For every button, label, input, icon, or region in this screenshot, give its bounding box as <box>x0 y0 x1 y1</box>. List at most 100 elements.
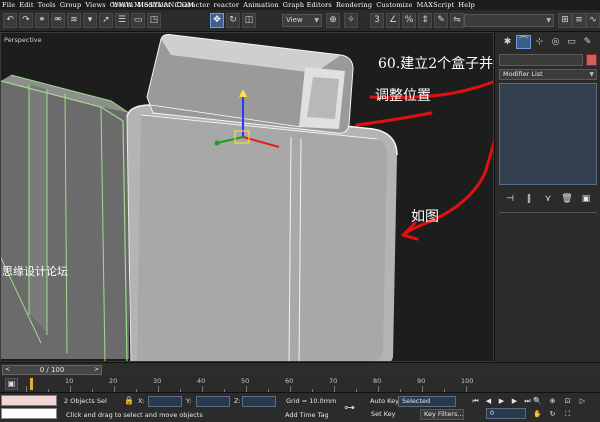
spinner-snap-icon[interactable]: ⇕ <box>418 13 432 28</box>
set-key-label[interactable]: Set Key <box>371 410 396 418</box>
utilities-tab-icon[interactable]: ✎ <box>581 36 594 48</box>
menu-tools[interactable]: Tools <box>36 0 58 10</box>
zoom-icon[interactable]: 🔍 <box>532 396 543 407</box>
ruler-label: 40 <box>197 377 206 385</box>
chevron-down-icon: ▼ <box>314 17 319 24</box>
pin-stack-icon[interactable]: ⊣ <box>503 193 517 206</box>
field-of-view-icon[interactable]: ▷ <box>577 396 588 407</box>
rect-selection-icon[interactable]: ▭ <box>131 13 145 28</box>
reference-coord-dropdown[interactable]: View ▼ <box>282 14 322 27</box>
time-slider-bar: < 0 / 100 > <box>0 362 600 376</box>
ruler-label: 60 <box>285 377 294 385</box>
percent-snap-icon[interactable]: % <box>402 13 416 28</box>
window-crossing-icon[interactable]: ◳ <box>147 13 161 28</box>
menu-group[interactable]: Group <box>58 0 84 10</box>
named-selection-set[interactable]: ▼ <box>464 14 554 27</box>
key-filters-button[interactable]: Key Filters... <box>420 409 464 420</box>
menu-animation[interactable]: Animation <box>241 0 281 10</box>
z-coord-label: Z: <box>234 397 241 405</box>
menu-maxscript[interactable]: MAXScript <box>415 0 457 10</box>
add-time-tag[interactable]: Add Time Tag <box>285 411 329 419</box>
remove-modifier-icon[interactable]: 🗑 <box>560 193 574 206</box>
object-color-swatch[interactable] <box>586 54 597 66</box>
select-by-name-icon[interactable]: ☰ <box>115 13 129 28</box>
ruler-label: 80 <box>373 377 382 385</box>
snap-icon[interactable]: 3 <box>370 13 384 28</box>
unlink-icon[interactable]: ⚮ <box>51 13 65 28</box>
left-box-mesh[interactable] <box>1 74 130 362</box>
z-coord-field[interactable] <box>242 396 276 407</box>
time-slider[interactable]: < 0 / 100 > <box>2 365 102 375</box>
show-end-result-icon[interactable]: ‖ <box>522 193 536 206</box>
next-frame-icon[interactable]: > <box>94 366 99 374</box>
menu-bar: File Edit Tools Group Views Create Modifiers Ch… <box>0 0 600 10</box>
create-tab-icon[interactable]: ✱ <box>501 36 514 48</box>
auto-key-selection-dropdown[interactable]: Selected <box>398 396 456 407</box>
select-move-icon[interactable]: ✥ <box>210 13 224 28</box>
align-icon[interactable]: ⊞ <box>558 13 572 28</box>
key-icon[interactable]: ⊶ <box>344 401 355 414</box>
menu-customize[interactable]: Customize <box>374 0 414 10</box>
manipulate-icon[interactable]: ✧ <box>344 13 358 28</box>
status-bar: 2 Objects Sel 🔒 X: Y: Z: Grid = 10.0mm C… <box>0 392 600 422</box>
object-name-field[interactable] <box>499 54 583 66</box>
chevron-down-icon: ▼ <box>589 71 594 78</box>
layer-manager-icon[interactable]: ≡ <box>572 13 586 28</box>
curve-editor-icon[interactable]: ∿ <box>586 13 600 28</box>
menu-edit[interactable]: Edit <box>17 0 35 10</box>
panel-divider <box>499 212 597 213</box>
pivot-icon[interactable]: ⊕ <box>326 13 340 28</box>
y-coord-field[interactable] <box>196 396 230 407</box>
link-icon[interactable]: ⚭ <box>35 13 49 28</box>
menu-file[interactable]: File <box>0 0 17 10</box>
x-coord-field[interactable] <box>148 396 182 407</box>
go-to-start-icon[interactable]: ⏮ <box>470 396 481 407</box>
hierarchy-tab-icon[interactable]: ⊹ <box>533 36 546 48</box>
menu-rendering[interactable]: Rendering <box>334 0 374 10</box>
play-icon[interactable]: ▶ <box>496 396 507 407</box>
prev-frame-btn-icon[interactable]: ◀ <box>483 396 494 407</box>
prev-frame-icon[interactable]: < <box>5 366 10 374</box>
angle-snap-icon[interactable]: ∠ <box>386 13 400 28</box>
command-panel: ✱ ⌒ ⊹ ◎ ▭ ✎ Modifier List ▼ ⊣ ‖ ⋎ 🗑 ▣ <box>494 32 600 362</box>
make-unique-icon[interactable]: ⋎ <box>541 193 555 206</box>
selection-filter-icon[interactable]: ▾ <box>83 13 97 28</box>
time-slider-label: 0 / 100 <box>39 366 65 374</box>
menu-graph-editors[interactable]: Graph Editors <box>281 0 334 10</box>
perspective-viewport[interactable]: Perspective <box>0 32 494 362</box>
named-selection-icon[interactable]: ✎ <box>434 13 448 28</box>
bind-spacewarp-icon[interactable]: ≋ <box>67 13 81 28</box>
modifier-list-dropdown[interactable]: Modifier List ▼ <box>499 69 597 80</box>
pan-icon[interactable]: ✋ <box>532 409 543 420</box>
track-ruler[interactable]: 10 20 30 40 50 60 70 80 90 100 <box>26 376 473 392</box>
zoom-all-icon[interactable]: ⊕ <box>547 396 558 407</box>
current-frame-field[interactable]: 0 <box>486 408 526 419</box>
motion-tab-icon[interactable]: ◎ <box>549 36 562 48</box>
zoom-extents-icon[interactable]: ⊡ <box>562 396 573 407</box>
arc-rotate-icon[interactable]: ↻ <box>547 409 558 420</box>
modify-tab-icon[interactable]: ⌒ <box>516 35 531 49</box>
y-coord-label: Y: <box>186 397 192 405</box>
open-mini-curve-editor-icon[interactable]: ▣ <box>5 378 18 390</box>
mirror-icon[interactable]: ⇋ <box>450 13 464 28</box>
display-tab-icon[interactable]: ▭ <box>565 36 578 48</box>
auto-key-label[interactable]: Auto Key <box>370 397 399 405</box>
select-object-icon[interactable]: ➚ <box>99 13 113 28</box>
maxscript-listener-top[interactable] <box>1 395 57 406</box>
modifier-stack[interactable] <box>499 83 597 185</box>
redo-icon[interactable]: ↷ <box>19 13 33 28</box>
configure-modifier-sets-icon[interactable]: ▣ <box>579 193 593 206</box>
menu-views[interactable]: Views <box>83 0 107 10</box>
viewport-label[interactable]: Perspective <box>4 36 42 44</box>
maximize-viewport-icon[interactable]: ⛶ <box>562 409 573 420</box>
next-frame-btn-icon[interactable]: ▶ <box>509 396 520 407</box>
main-toolbar: ↶ ↷ ⚭ ⚮ ≋ ▾ ➚ ☰ ▭ ◳ ✥ ↻ ◫ View ▼ ⊕ ✧ 3 ∠% ⇕ ✎ ⇋ ⊞ ≡ ∿ ▼ <box>0 10 600 32</box>
select-scale-icon[interactable]: ◫ <box>242 13 256 28</box>
menu-help[interactable]: Help <box>456 0 477 10</box>
undo-icon[interactable]: ↶ <box>3 13 17 28</box>
lock-selection-icon[interactable]: 🔒 <box>124 396 134 405</box>
maxscript-listener-bottom[interactable] <box>1 408 57 419</box>
select-rotate-icon[interactable]: ↻ <box>226 13 240 28</box>
menu-reactor[interactable]: reactor <box>212 0 242 10</box>
front-box-mesh[interactable] <box>126 34 398 363</box>
